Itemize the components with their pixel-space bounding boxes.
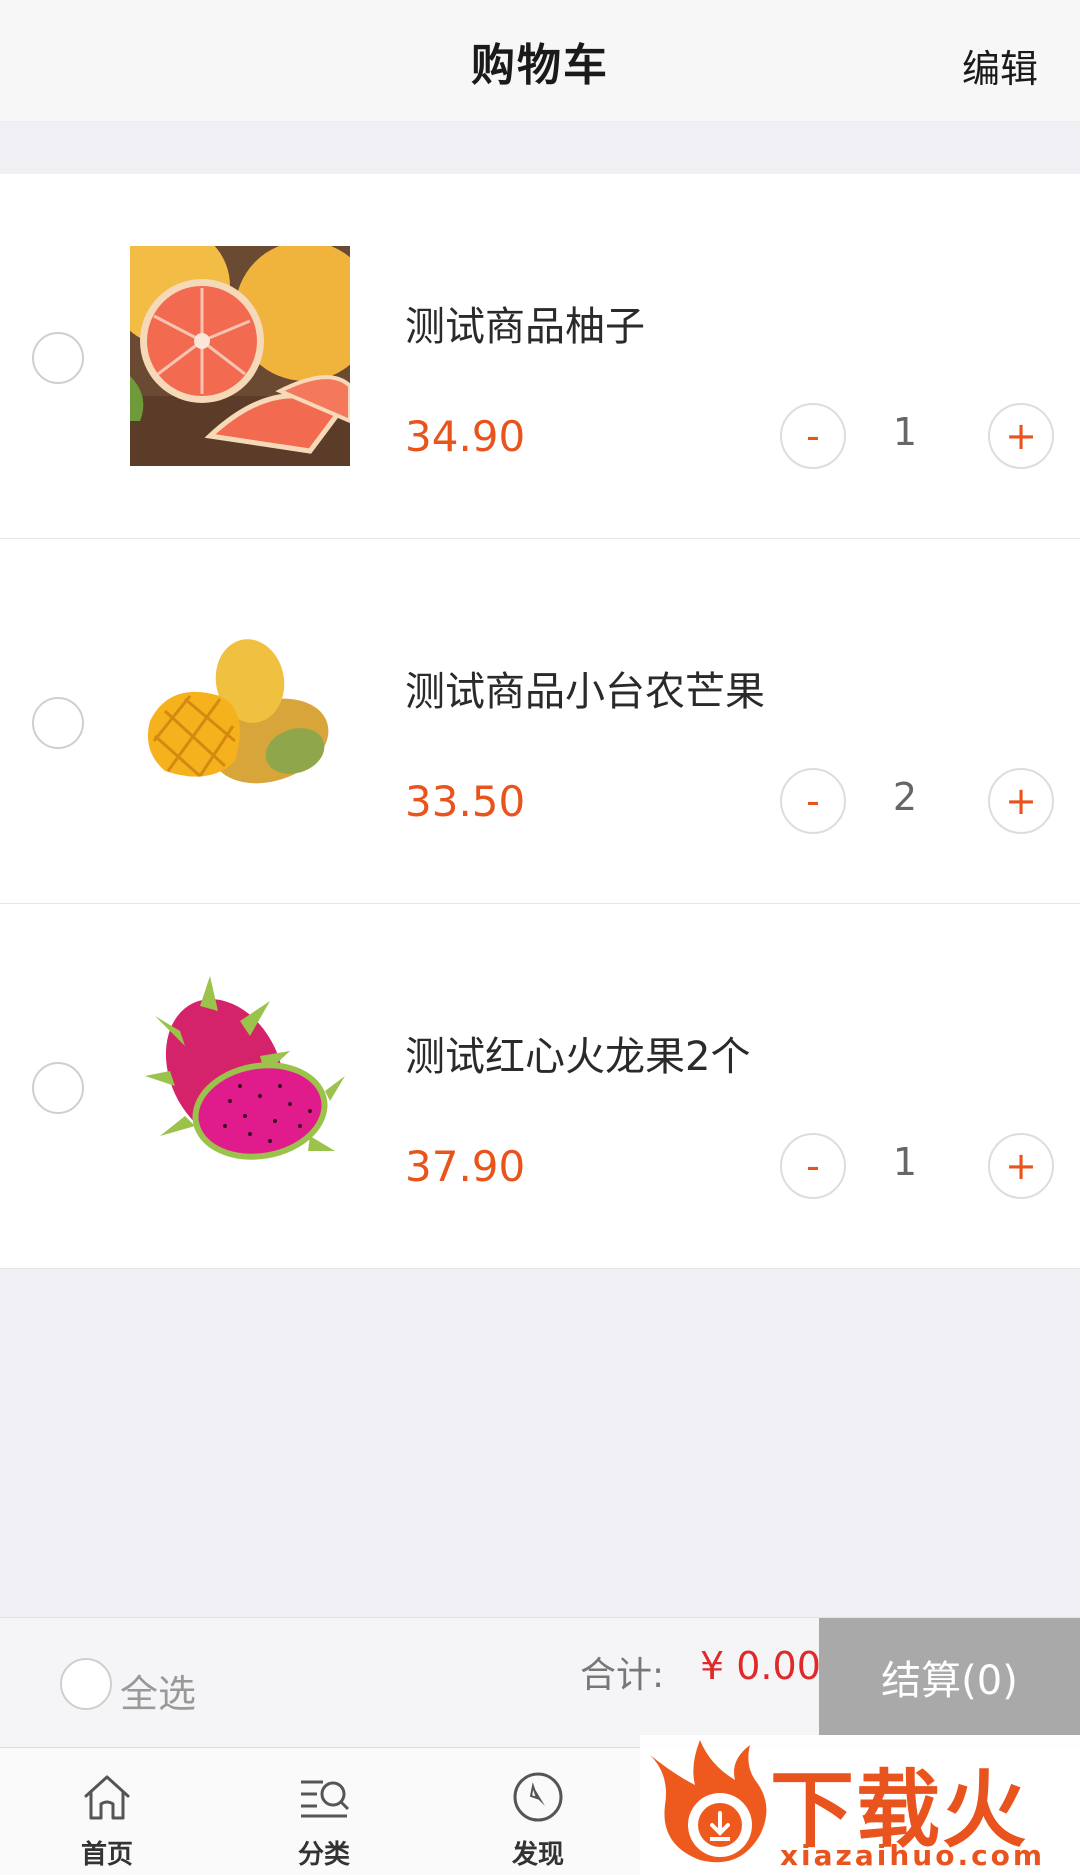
tab-home[interactable]: 首页 (47, 1768, 167, 1871)
decrease-quantity-button[interactable]: - (780, 403, 846, 469)
total-label: 合计: (580, 1655, 665, 1696)
item-select-radio[interactable] (32, 332, 84, 384)
product-image-grapefruit[interactable] (130, 246, 350, 466)
product-image-mango[interactable] (130, 611, 350, 831)
compass-icon (513, 1772, 563, 1822)
watermark-logo: 下载火 xiazaihuo.com (640, 1735, 1080, 1875)
category-icon (301, 1780, 350, 1818)
item-select-radio[interactable] (32, 697, 84, 749)
cart-item: 测试商品柚子 34.90 - 1 + (0, 174, 1080, 539)
cart-summary-bar: 全选 合计: ¥ 0.00 结算(0) (0, 1617, 1080, 1747)
tab-home-label: 首页 (80, 1840, 133, 1870)
product-price: 37.90 (405, 1142, 526, 1191)
product-name[interactable]: 测试红心火龙果2个 (405, 1024, 750, 1082)
tab-category-label: 分类 (297, 1840, 350, 1870)
increase-quantity-button[interactable]: + (988, 1133, 1054, 1199)
product-name[interactable]: 测试商品小台农芒果 (405, 659, 765, 717)
edit-button[interactable]: 编辑 (962, 38, 1038, 93)
quantity-value: 1 (892, 1140, 918, 1184)
tab-discover[interactable]: 发现 (478, 1768, 598, 1871)
nav-header: 购物车 编辑 (0, 0, 1080, 122)
increase-quantity-button[interactable]: + (988, 768, 1054, 834)
tab-discover-label: 发现 (511, 1840, 564, 1870)
total-price: ¥ 0.00 (700, 1644, 821, 1688)
quantity-value: 2 (892, 775, 918, 819)
item-select-radio[interactable] (32, 1062, 84, 1114)
cart-item: 测试商品小台农芒果 33.50 - 2 + (0, 539, 1080, 904)
product-name[interactable]: 测试商品柚子 (405, 294, 645, 352)
decrease-quantity-button[interactable]: - (780, 768, 846, 834)
quantity-value: 1 (892, 410, 918, 454)
checkout-button[interactable]: 结算(0) (819, 1618, 1080, 1735)
select-all-label[interactable]: 全选 (120, 1663, 196, 1718)
product-image-dragonfruit[interactable] (130, 976, 350, 1196)
cart-page: 购物车 编辑 测试商品柚子 34.90 - 1 + 测试商品小台农芒果 33.5… (0, 0, 1080, 1875)
cart-item: 测试红心火龙果2个 37.90 - 1 + (0, 904, 1080, 1269)
increase-quantity-button[interactable]: + (988, 403, 1054, 469)
page-title: 购物车 (471, 39, 609, 91)
watermark-subtext: xiazaihuo.com (780, 1839, 1046, 1872)
product-price: 34.90 (405, 412, 526, 461)
home-icon (84, 1775, 130, 1820)
product-price: 33.50 (405, 777, 526, 826)
decrease-quantity-button[interactable]: - (780, 1133, 846, 1199)
tab-category[interactable]: 分类 (264, 1768, 384, 1871)
cart-list: 测试商品柚子 34.90 - 1 + 测试商品小台农芒果 33.50 - 2 +… (0, 174, 1080, 1269)
select-all-radio[interactable] (60, 1658, 112, 1710)
